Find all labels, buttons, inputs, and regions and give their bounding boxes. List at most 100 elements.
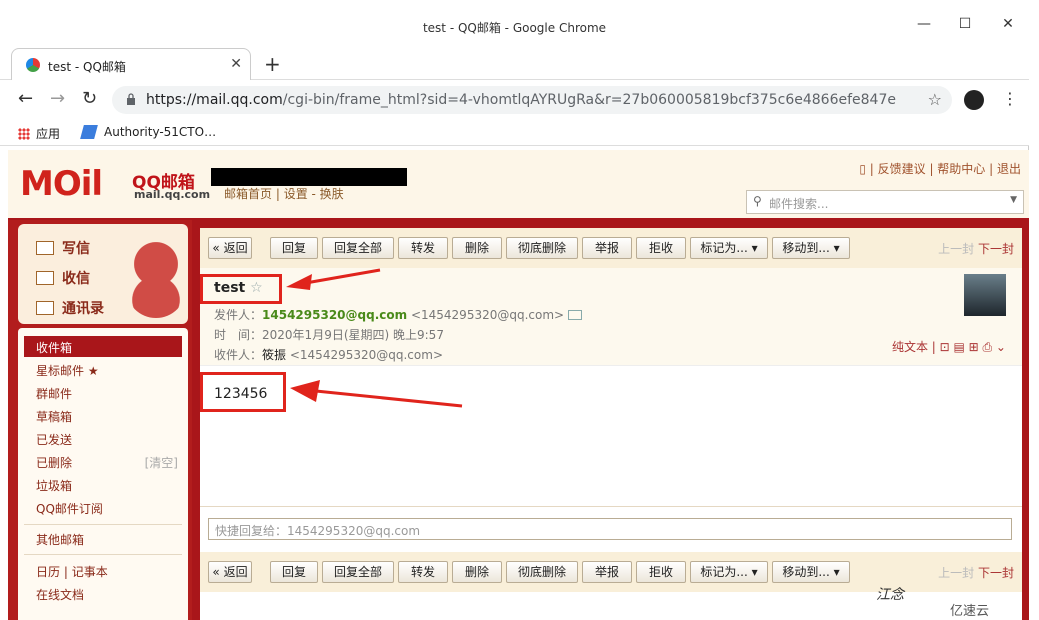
- forward-button[interactable]: 转发: [398, 237, 448, 259]
- reject-button[interactable]: 拒收: [636, 561, 686, 583]
- online-docs-link[interactable]: 在线文档: [24, 583, 182, 604]
- contacts-icon: [36, 301, 54, 315]
- url-text: https://mail.qq.com/cgi-bin/frame_html?s…: [146, 92, 896, 108]
- purge-button[interactable]: 彻底删除: [506, 561, 578, 583]
- prev-mail-link[interactable]: 上一封: [938, 242, 974, 256]
- monkey-decoration-icon: [126, 228, 186, 318]
- time-value: 2020年1月9日(星期四) 晚上9:57: [262, 328, 444, 342]
- compose-button[interactable]: 写信: [36, 238, 90, 258]
- url-path: /cgi-bin/frame_html?sid=4-vhomtlqAYRUgRa…: [282, 92, 896, 108]
- reload-icon[interactable]: ↻: [82, 88, 97, 109]
- apps-grid-icon: [18, 128, 30, 140]
- to-label: 收件人：: [214, 348, 263, 362]
- close-window-button[interactable]: ✕: [998, 14, 1018, 34]
- folder-deleted-label: 已删除: [36, 456, 73, 470]
- logout-link[interactable]: 退出: [997, 162, 1021, 176]
- folder-starred[interactable]: 星标邮件 ★: [24, 359, 182, 380]
- bookmark-authority[interactable]: Authority-51CTO…: [80, 125, 216, 139]
- calendar-link[interactable]: 日历: [36, 565, 60, 579]
- menu-icon[interactable]: ⋮: [1002, 89, 1018, 108]
- report-button[interactable]: 举报: [582, 561, 632, 583]
- feedback-link[interactable]: 反馈建议: [878, 162, 926, 176]
- delete-button[interactable]: 删除: [452, 561, 502, 583]
- tab-close-icon[interactable]: ✕: [230, 56, 242, 72]
- from-label: 发件人：: [214, 308, 263, 322]
- minimize-button[interactable]: —: [914, 14, 934, 34]
- new-tab-button[interactable]: +: [264, 52, 281, 76]
- delete-button[interactable]: 删除: [452, 237, 502, 259]
- reply-all-button[interactable]: 回复全部: [322, 561, 394, 583]
- back-icon[interactable]: ←: [18, 88, 33, 109]
- folder-deleted[interactable]: 已删除 [清空]: [24, 451, 182, 472]
- empty-trash-link[interactable]: [清空]: [145, 454, 178, 471]
- url-host: https://mail.qq.com: [146, 92, 283, 108]
- sender-address: <1454295320@qq.com>: [410, 308, 565, 322]
- forward-icon[interactable]: →: [50, 88, 65, 109]
- skin-link[interactable]: 换肤: [320, 187, 344, 201]
- divider: [24, 524, 182, 525]
- report-button[interactable]: 举报: [582, 237, 632, 259]
- qqmail-logo[interactable]: MOil: [20, 164, 103, 204]
- recipient-name[interactable]: 筱振: [262, 348, 286, 362]
- contacts-button[interactable]: 通讯录: [36, 298, 104, 318]
- redacted-account: [211, 168, 407, 186]
- reject-button[interactable]: 拒收: [636, 237, 686, 259]
- back-button[interactable]: « 返回: [208, 561, 252, 583]
- bookmark-star-icon[interactable]: ☆: [928, 90, 942, 109]
- move-to-dropdown[interactable]: 移动到... ▾: [772, 561, 850, 583]
- prev-mail-link[interactable]: 上一封: [938, 566, 974, 580]
- qqmail-header: MOil QQ邮箱 mail.qq.com 邮箱首页 | 设置 - 换肤 ▯ |…: [8, 150, 1029, 220]
- sidebar: 写信 收信 通讯录 收件箱 星标邮件 ★ 群邮件 草稿箱 已发送 已删除 [清空]…: [8, 220, 192, 620]
- vcard-icon[interactable]: [567, 310, 582, 320]
- sender-avatar[interactable]: [964, 274, 1006, 316]
- tab-active[interactable]: test - QQ邮箱 ✕: [11, 48, 251, 80]
- folder-drafts[interactable]: 草稿箱: [24, 405, 182, 426]
- tab-label: test - QQ邮箱: [48, 60, 126, 74]
- folder-group[interactable]: 群邮件: [24, 382, 182, 403]
- mark-as-dropdown[interactable]: 标记为... ▾: [690, 561, 768, 583]
- profile-avatar-icon[interactable]: [964, 90, 984, 110]
- top-links: ▯ | 反馈建议 | 帮助中心 | 退出: [859, 162, 1021, 176]
- plain-text-tools[interactable]: 纯文本 | ⊡ ▤ ⊞ ⎙ ⌄: [892, 338, 1006, 355]
- compose-label: 写信: [62, 241, 90, 257]
- compose-icon: [36, 241, 54, 255]
- bookmark-apps-label: 应用: [36, 127, 61, 141]
- mail-search-input[interactable]: ⚲ 邮件搜索... ▼: [746, 190, 1024, 214]
- settings-link[interactable]: 设置: [284, 187, 308, 201]
- folder-spam[interactable]: 垃圾箱: [24, 474, 182, 495]
- reply-button[interactable]: 回复: [270, 237, 318, 259]
- next-mail-link[interactable]: 下一封: [978, 242, 1014, 256]
- bookmark-apps[interactable]: 应用: [18, 125, 60, 142]
- notes-link[interactable]: 记事本: [72, 565, 108, 579]
- mail-toolbar-top: « 返回 回复 回复全部 转发 删除 彻底删除 举报 拒收 标记为... ▾ 移…: [200, 228, 1022, 268]
- phone-icon[interactable]: ▯: [859, 162, 866, 176]
- receive-icon: [36, 271, 54, 285]
- folder-sent[interactable]: 已发送: [24, 428, 182, 449]
- sender-name[interactable]: 1454295320@qq.com: [262, 308, 407, 322]
- help-link[interactable]: 帮助中心: [937, 162, 985, 176]
- mark-as-dropdown[interactable]: 标记为... ▾: [690, 237, 768, 259]
- quick-reply-input[interactable]: 快捷回复给：1454295320@qq.com: [208, 518, 1012, 540]
- reply-all-button[interactable]: 回复全部: [322, 237, 394, 259]
- folder-inbox[interactable]: 收件箱: [24, 336, 182, 357]
- time-row: 时 间：2020年1月9日(星期四) 晚上9:57: [214, 326, 444, 343]
- bookmark-favicon-icon: [80, 125, 98, 139]
- annotation-arrow-icon: [286, 268, 381, 290]
- home-link[interactable]: 邮箱首页: [224, 187, 272, 201]
- other-mailboxes[interactable]: 其他邮箱: [24, 528, 182, 549]
- folder-subscriptions[interactable]: QQ邮件订阅: [24, 497, 182, 518]
- address-bar[interactable]: https://mail.qq.com/cgi-bin/frame_html?s…: [112, 86, 952, 114]
- sidebar-actions: 写信 收信 通讯录: [18, 224, 188, 324]
- back-button[interactable]: « 返回: [208, 237, 252, 259]
- next-mail-link[interactable]: 下一封: [978, 566, 1014, 580]
- watermark-text: 江念: [876, 587, 904, 603]
- toolbar: ← → ↻ https://mail.qq.com/cgi-bin/frame_…: [0, 80, 1029, 120]
- search-placeholder: 邮件搜索...: [769, 197, 829, 211]
- chevron-down-icon[interactable]: ▼: [1010, 195, 1017, 205]
- purge-button[interactable]: 彻底删除: [506, 237, 578, 259]
- receive-button[interactable]: 收信: [36, 268, 90, 288]
- move-to-dropdown[interactable]: 移动到... ▾: [772, 237, 850, 259]
- maximize-button[interactable]: ☐: [955, 14, 975, 34]
- reply-button[interactable]: 回复: [270, 561, 318, 583]
- forward-button[interactable]: 转发: [398, 561, 448, 583]
